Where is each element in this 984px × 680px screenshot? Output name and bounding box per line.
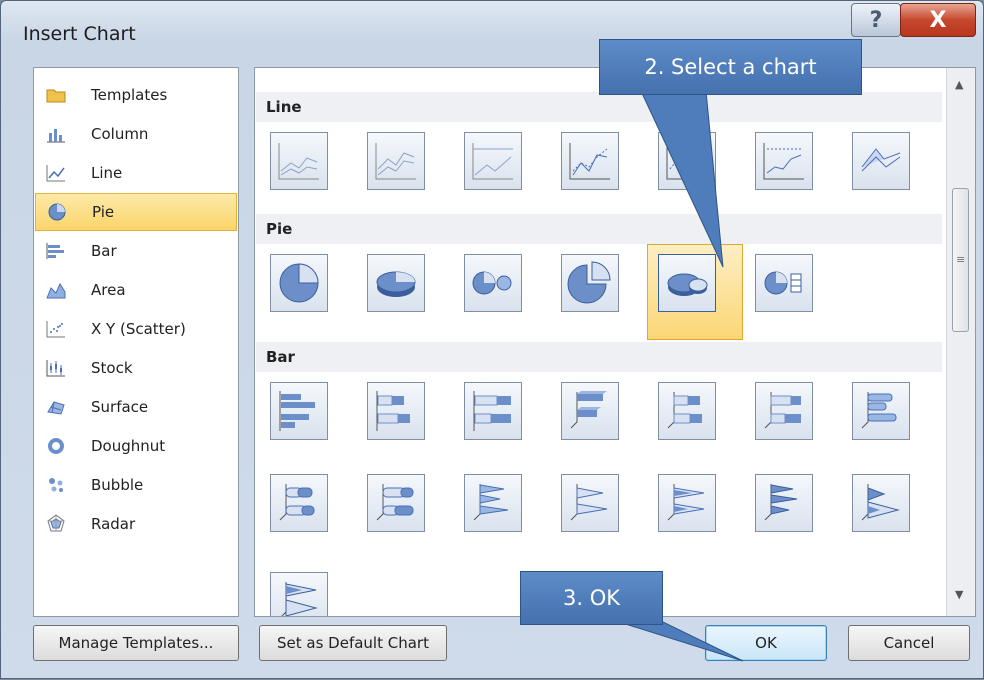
select-chart-callout: 2. Select a chart xyxy=(599,39,862,95)
callout-pointers xyxy=(615,90,744,662)
ok-callout: 3. OK xyxy=(520,571,663,625)
insert-chart-dialog: Insert Chart ? X Templates Column Line P… xyxy=(0,0,984,679)
